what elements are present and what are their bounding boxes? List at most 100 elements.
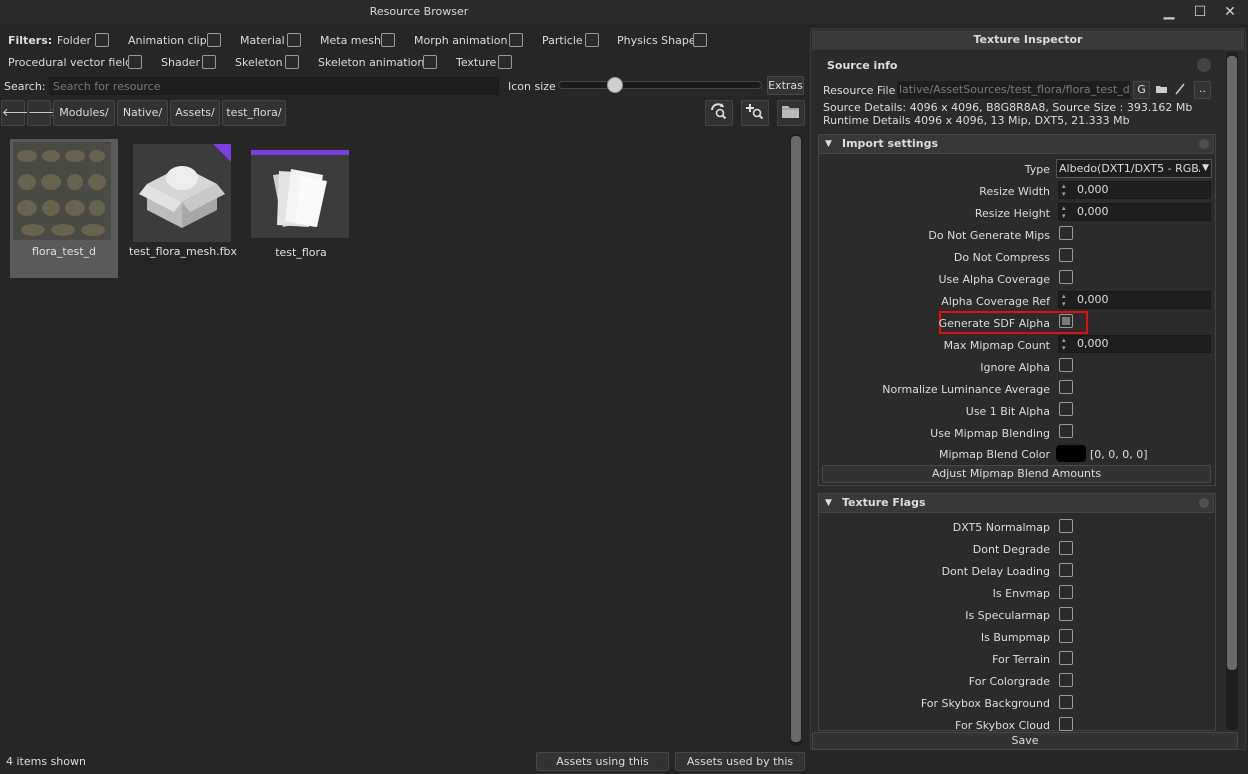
alpha-coverage-ref-field[interactable]: ▴ ▾ 0,000 xyxy=(1058,291,1211,309)
open-file-button[interactable] xyxy=(1154,82,1170,98)
flora-texture-image xyxy=(13,142,111,240)
inspector-scrollbar[interactable] xyxy=(1226,52,1238,730)
asset-item-texture[interactable]: flora_test_d xyxy=(10,139,118,278)
folder-icon xyxy=(782,106,799,118)
filter-folder-checkbox[interactable] xyxy=(95,33,109,47)
close-icon[interactable]: ✕ xyxy=(1219,2,1241,22)
source-info-toggle-icon[interactable] xyxy=(1197,58,1211,72)
mipmap-blend-color-swatch[interactable] xyxy=(1056,445,1086,462)
source-info-header: Source info xyxy=(827,59,898,72)
search-input[interactable] xyxy=(49,77,499,95)
refresh-search-button[interactable] xyxy=(705,100,733,126)
ignore-alpha-label: Ignore Alpha xyxy=(980,361,1050,374)
spinner-icon[interactable]: ▴ ▾ xyxy=(1062,204,1070,220)
texture-thumbnail xyxy=(13,142,111,240)
normalize-luminance-average-checkbox[interactable] xyxy=(1059,380,1073,394)
resource-file-field[interactable]: lative/AssetSources/test_flora/flora_tes… xyxy=(897,81,1130,99)
icon-size-slider-handle[interactable] xyxy=(607,77,624,93)
asset-item-folder[interactable]: test_flora xyxy=(251,150,351,270)
runtime-details-text: Runtime Details 4096 x 4096, 13 Mip, DXT… xyxy=(823,114,1130,127)
asset-name: flora_test_d xyxy=(31,245,97,258)
folder-open-icon xyxy=(1156,86,1167,93)
breadcrumb-modules[interactable]: Modules/ xyxy=(53,100,115,126)
filter-shader-checkbox[interactable] xyxy=(202,55,216,69)
filter-texture-label: Texture xyxy=(456,56,497,69)
flag-for-terrain-checkbox[interactable] xyxy=(1059,651,1073,665)
filter-particle-checkbox[interactable] xyxy=(585,33,599,47)
flag-is-bumpmap-checkbox[interactable] xyxy=(1059,629,1073,643)
filter-animation-clip-label: Animation clip xyxy=(128,34,207,47)
flag-dont-degrade-checkbox[interactable] xyxy=(1059,541,1073,555)
type-dropdown[interactable]: Albedo(DXT1/DXT5 - RGBA ▼ xyxy=(1056,159,1212,178)
spinner-icon[interactable]: ▴ ▾ xyxy=(1062,336,1070,352)
save-button[interactable]: Save xyxy=(812,732,1238,750)
assets-used-by-this-button[interactable]: Assets used by this xyxy=(675,752,805,771)
flag-for-skybox-cloud-checkbox[interactable] xyxy=(1059,717,1073,731)
do-not-compress-label: Do Not Compress xyxy=(953,251,1050,264)
do-not-generate-mips-checkbox[interactable] xyxy=(1059,226,1073,240)
ignore-alpha-checkbox[interactable] xyxy=(1059,358,1073,372)
resize-width-field[interactable]: ▴ ▾ 0,000 xyxy=(1058,181,1211,199)
add-resource-button[interactable] xyxy=(741,100,769,126)
breadcrumb-test-flora[interactable]: test_flora/ xyxy=(222,100,286,126)
use-alpha-coverage-checkbox[interactable] xyxy=(1059,270,1073,284)
title-bar: Resource Browser ▁ ☐ ✕ xyxy=(0,0,1248,24)
filter-meta-mesh-checkbox[interactable] xyxy=(381,33,395,47)
asset-grid-scrollbar-thumb[interactable] xyxy=(791,136,801,742)
filter-animation-clip-checkbox[interactable] xyxy=(207,33,221,47)
spinner-icon[interactable]: ▴ ▾ xyxy=(1062,292,1070,308)
filter-skeleton-checkbox[interactable] xyxy=(285,55,299,69)
type-dropdown-value: Albedo(DXT1/DXT5 - RGBA xyxy=(1059,162,1207,175)
asset-item-mesh[interactable]: test_flora_mesh.fbx xyxy=(129,144,237,274)
filter-physics-shape-checkbox[interactable] xyxy=(693,33,707,47)
browse-file-button[interactable]: .. xyxy=(1194,81,1211,99)
extras-button[interactable]: Extras xyxy=(767,76,804,95)
flag-dont-delay-loading-checkbox[interactable] xyxy=(1059,563,1073,577)
flag-dxt5-normalmap-checkbox[interactable] xyxy=(1059,519,1073,533)
g-button[interactable]: G xyxy=(1133,81,1150,99)
resize-width-label: Resize Width xyxy=(979,185,1050,198)
asset-grid-scrollbar[interactable] xyxy=(790,134,802,746)
filter-skeleton-animation-checkbox[interactable] xyxy=(423,55,437,69)
flag-for-skybox-background-checkbox[interactable] xyxy=(1059,695,1073,709)
flag-is-envmap-checkbox[interactable] xyxy=(1059,585,1073,599)
flag-for-colorgrade-checkbox[interactable] xyxy=(1059,673,1073,687)
adjust-mipmap-blend-amounts-button[interactable]: Adjust Mipmap Blend Amounts xyxy=(822,465,1211,483)
filter-folder-label: Folder xyxy=(57,34,91,47)
do-not-compress-checkbox[interactable] xyxy=(1059,248,1073,262)
chevron-down-icon: ▼ xyxy=(1200,160,1209,177)
use-1-bit-alpha-checkbox[interactable] xyxy=(1059,402,1073,416)
forward-button[interactable]: 🡒 xyxy=(27,100,58,126)
breadcrumb-assets[interactable]: Assets/ xyxy=(170,100,220,126)
minimize-icon[interactable]: ▁ xyxy=(1158,2,1180,22)
back-button[interactable]: 🡐 xyxy=(1,100,32,126)
resize-height-field[interactable]: ▴ ▾ 0,000 xyxy=(1058,203,1211,221)
filter-morph-animation-checkbox[interactable] xyxy=(509,33,523,47)
filter-material-checkbox[interactable] xyxy=(287,33,301,47)
inspector-scrollbar-thumb[interactable] xyxy=(1227,56,1237,670)
filter-texture-checkbox[interactable] xyxy=(498,55,512,69)
breadcrumb-native[interactable]: Native/ xyxy=(117,100,168,126)
use-alpha-coverage-label: Use Alpha Coverage xyxy=(938,273,1050,286)
maximize-icon[interactable]: ☐ xyxy=(1189,2,1211,22)
edit-file-button[interactable] xyxy=(1174,82,1190,98)
filter-procedural-vector-field-checkbox[interactable] xyxy=(128,55,142,69)
filter-morph-animation-label: Morph animation xyxy=(414,34,508,47)
section-toggle-icon xyxy=(1199,498,1209,508)
flag-for-skybox-cloud-label: For Skybox Cloud xyxy=(955,719,1050,731)
import-settings-header[interactable]: ▼ Import settings xyxy=(818,134,1214,154)
asset-name: test_flora xyxy=(275,246,327,259)
open-folder-button[interactable] xyxy=(777,100,805,126)
assets-using-this-button[interactable]: Assets using this xyxy=(536,752,669,771)
refresh-search-icon xyxy=(711,103,727,120)
spinner-icon[interactable]: ▴ ▾ xyxy=(1062,182,1070,198)
max-mipmap-count-field[interactable]: ▴ ▾ 0,000 xyxy=(1058,335,1211,353)
do-not-generate-mips-label: Do Not Generate Mips xyxy=(928,229,1050,242)
filter-particle-label: Particle xyxy=(542,34,583,47)
icon-size-slider[interactable] xyxy=(558,81,762,89)
generate-sdf-alpha-checkbox[interactable] xyxy=(1059,314,1073,328)
use-mipmap-blending-checkbox[interactable] xyxy=(1059,424,1073,438)
texture-flags-header[interactable]: ▼ Texture Flags xyxy=(818,493,1214,513)
filter-procedural-vector-field-label: Procedural vector field xyxy=(8,56,133,69)
flag-is-specularmap-checkbox[interactable] xyxy=(1059,607,1073,621)
